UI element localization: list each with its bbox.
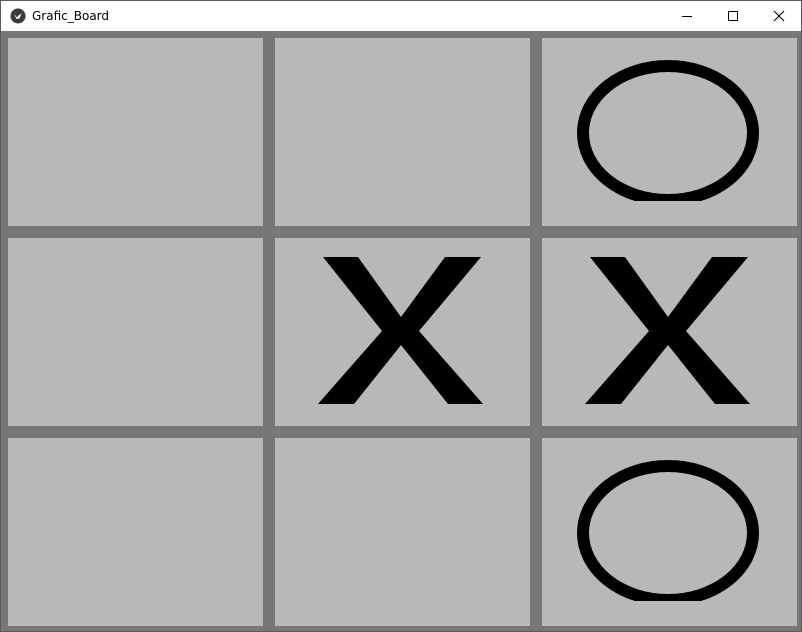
board-cell-r2c2[interactable] xyxy=(275,238,530,426)
x-mark xyxy=(585,257,750,404)
board-cell-r1c3[interactable] xyxy=(542,38,797,226)
board-cell-r2c3[interactable] xyxy=(542,238,797,426)
maximize-icon xyxy=(728,11,738,21)
x-mark xyxy=(318,257,483,404)
close-icon xyxy=(773,10,785,22)
window-title: Grafic_Board xyxy=(32,9,110,23)
app-window: Grafic_Board xyxy=(0,0,802,632)
kivy-logo-icon xyxy=(10,8,26,24)
o-mark xyxy=(577,460,759,601)
maximize-button[interactable] xyxy=(710,1,756,31)
minimize-button[interactable] xyxy=(664,1,710,31)
o-mark xyxy=(577,60,759,201)
game-board xyxy=(1,31,801,631)
board-cell-r2c1[interactable] xyxy=(8,238,263,426)
board-cell-r3c2[interactable] xyxy=(275,438,530,626)
title-bar[interactable]: Grafic_Board xyxy=(1,1,801,31)
close-button[interactable] xyxy=(756,1,802,31)
board-cell-r3c1[interactable] xyxy=(8,438,263,626)
board-cell-r1c1[interactable] xyxy=(8,38,263,226)
board-cell-r1c2[interactable] xyxy=(275,38,530,226)
minimize-icon xyxy=(682,16,692,17)
board-cell-r3c3[interactable] xyxy=(542,438,797,626)
